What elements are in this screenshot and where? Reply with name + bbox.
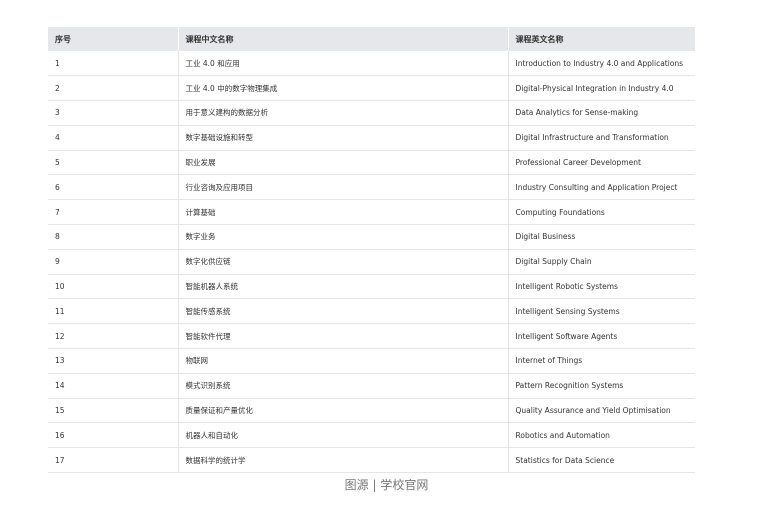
cell-english-name: Intelligent Software Agents — [508, 323, 695, 350]
table-row: 2 工业 4.0 中的数字物理集成 Digital-Physical Integ… — [48, 75, 695, 102]
cell-chinese-name: 智能软件代理 — [178, 323, 509, 350]
cell-index: 3 — [48, 100, 179, 126]
table-row: 14 模式识别系统 Pattern Recognition Systems — [48, 373, 695, 399]
cell-chinese-name: 工业 4.0 和应用 — [178, 51, 509, 77]
header-index: 序号 — [48, 27, 179, 51]
cell-chinese-name: 数字化供应链 — [178, 249, 509, 275]
cell-english-name: Quality Assurance and Yield Optimisation — [508, 398, 695, 424]
cell-chinese-name: 模式识别系统 — [178, 373, 509, 399]
table-row: 7 计算基础 Computing Foundations — [48, 199, 695, 226]
cell-chinese-name: 机器人和自动化 — [178, 422, 509, 449]
cell-chinese-name: 职业发展 — [178, 150, 509, 176]
cell-chinese-name: 行业咨询及应用项目 — [178, 174, 509, 201]
cell-index: 15 — [48, 398, 179, 424]
image-source-caption: 图源 | 学校官网 — [344, 478, 429, 492]
cell-index: 4 — [48, 125, 179, 151]
cell-chinese-name: 数字业务 — [178, 224, 509, 250]
header-row: 序号 课程中文名称 课程英文名称 — [48, 27, 695, 51]
table-row: 9 数字化供应链 Digital Supply Chain — [48, 249, 695, 275]
table-row: 13 物联网 Internet of Things — [48, 348, 695, 374]
cell-index: 12 — [48, 323, 179, 350]
cell-english-name: Internet of Things — [508, 348, 695, 374]
cell-chinese-name: 物联网 — [178, 348, 509, 374]
cell-english-name: Pattern Recognition Systems — [508, 373, 695, 399]
cell-index: 6 — [48, 174, 179, 201]
table-row: 16 机器人和自动化 Robotics and Automation — [48, 422, 695, 449]
table-row: 8 数字业务 Digital Business — [48, 224, 695, 250]
cell-english-name: Intelligent Sensing Systems — [508, 298, 695, 325]
cell-index: 1 — [48, 51, 179, 77]
table-row: 1 工业 4.0 和应用 Introduction to Industry 4.… — [48, 51, 695, 77]
header-chinese-name: 课程中文名称 — [178, 27, 509, 51]
table-body: 1 工业 4.0 和应用 Introduction to Industry 4.… — [48, 51, 695, 474]
cell-english-name: Computing Foundations — [508, 199, 695, 226]
cell-index: 2 — [48, 75, 179, 102]
table-row: 6 行业咨询及应用项目 Industry Consulting and Appl… — [48, 174, 695, 201]
cell-index: 13 — [48, 348, 179, 374]
cell-chinese-name: 质量保证和产量优化 — [178, 398, 509, 424]
cell-english-name: Data Analytics for Sense-making — [508, 100, 695, 126]
cell-english-name: Intelligent Robotic Systems — [508, 274, 695, 300]
cell-index: 5 — [48, 150, 179, 176]
cell-index: 7 — [48, 199, 179, 226]
cell-index: 16 — [48, 422, 179, 449]
table-row: 11 智能传感系统 Intelligent Sensing Systems — [48, 298, 695, 325]
cell-english-name: Industry Consulting and Application Proj… — [508, 174, 695, 201]
cell-chinese-name: 数据科学的统计学 — [178, 447, 509, 474]
cell-index: 10 — [48, 274, 179, 300]
table-header: 序号 课程中文名称 课程英文名称 — [48, 27, 695, 51]
cell-english-name: Introduction to Industry 4.0 and Applica… — [508, 51, 695, 77]
cell-english-name: Digital-Physical Integration in Industry… — [508, 75, 695, 102]
cell-index: 14 — [48, 373, 179, 399]
table-row: 15 质量保证和产量优化 Quality Assurance and Yield… — [48, 398, 695, 424]
cell-index: 9 — [48, 249, 179, 275]
cell-english-name: Digital Business — [508, 224, 695, 250]
cell-chinese-name: 计算基础 — [178, 199, 509, 226]
cell-english-name: Digital Supply Chain — [508, 249, 695, 275]
header-english-name: 课程英文名称 — [515, 34, 564, 44]
cell-index: 11 — [48, 298, 179, 325]
cell-english-name: Digital Infrastructure and Transformatio… — [508, 125, 695, 151]
cell-index: 8 — [48, 224, 179, 250]
cell-english-name: Statistics for Data Science — [508, 447, 695, 474]
course-table: 序号 课程中文名称 课程英文名称 1 工业 4.0 和应用 Introducti… — [48, 27, 695, 474]
table-row: 3 用于意义建构的数据分析 Data Analytics for Sense-m… — [48, 100, 695, 126]
cell-english-name: Robotics and Automation — [508, 422, 695, 449]
table-row: 12 智能软件代理 Intelligent Software Agents — [48, 323, 695, 350]
table-row: 4 数字基础设施和转型 Digital Infrastructure and T… — [48, 125, 695, 151]
cell-chinese-name: 数字基础设施和转型 — [178, 125, 509, 151]
cell-chinese-name: 智能机器人系统 — [178, 274, 509, 300]
table-row: 5 职业发展 Professional Career Development — [48, 150, 695, 176]
cell-english-name: Professional Career Development — [508, 150, 695, 176]
cell-chinese-name: 智能传感系统 — [178, 298, 509, 325]
cell-chinese-name: 工业 4.0 中的数字物理集成 — [178, 75, 509, 102]
cell-index: 17 — [48, 447, 179, 474]
table-row: 10 智能机器人系统 Intelligent Robotic Systems — [48, 274, 695, 300]
cell-chinese-name: 用于意义建构的数据分析 — [178, 100, 509, 126]
course-table-container: 序号 课程中文名称 课程英文名称 1 工业 4.0 和应用 Introducti… — [48, 27, 695, 474]
table-row: 17 数据科学的统计学 Statistics for Data Science — [48, 447, 695, 474]
